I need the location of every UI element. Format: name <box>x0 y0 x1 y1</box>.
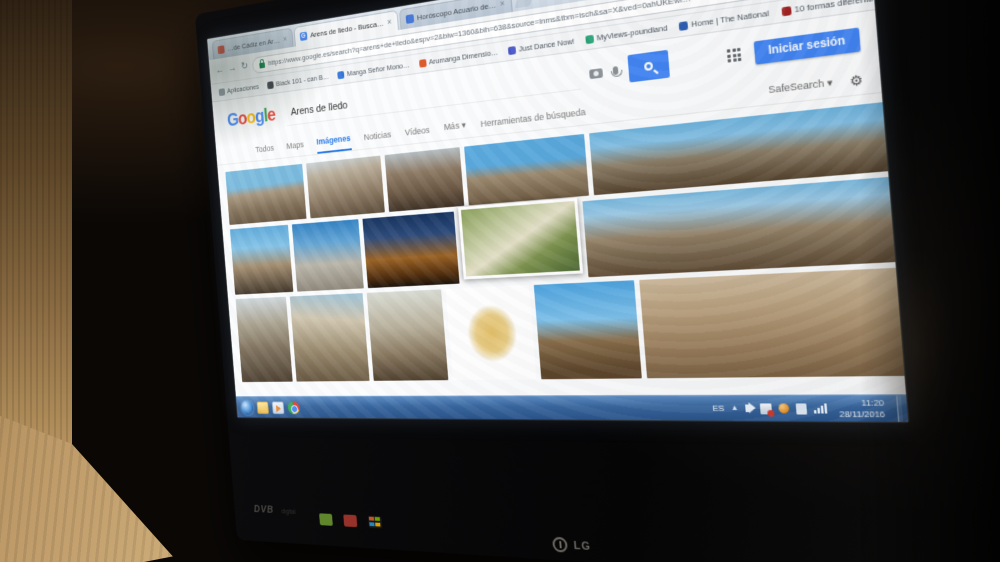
dvb-bezel-label: DVB <box>254 504 275 516</box>
camera-search-icon[interactable] <box>589 68 603 79</box>
sign-in-button[interactable]: Iniciar sesión <box>754 27 861 64</box>
search-button[interactable] <box>627 50 670 83</box>
safesearch-dropdown[interactable]: SafeSearch ▾ <box>768 77 833 97</box>
bookmark-favicon <box>219 88 226 96</box>
green-sticker <box>319 513 333 526</box>
room-shadow-right <box>860 0 1000 562</box>
tab-favicon <box>217 45 224 54</box>
dvb-bezel-sublabel: digital <box>281 509 296 516</box>
photo-background: …de Cádiz en Ar…×GArens de lledo - Busca… <box>0 0 1000 562</box>
bezel-stickers <box>319 513 382 528</box>
image-result-thumbnail[interactable] <box>362 212 459 289</box>
image-result-thumbnail[interactable] <box>367 289 449 380</box>
action-center-flag-icon[interactable] <box>760 403 772 414</box>
chrome-taskbar-icon[interactable] <box>287 401 300 414</box>
bookmark-favicon <box>419 59 427 68</box>
bookmark-favicon <box>585 34 594 43</box>
network-signal-icon[interactable] <box>813 403 827 413</box>
bookmark-label: Black 101 - can B… <box>276 72 330 88</box>
refresh-button[interactable]: ↻ <box>241 61 249 72</box>
volume-icon[interactable] <box>745 405 750 413</box>
search-category-tab[interactable]: Todos <box>255 137 275 159</box>
image-result-thumbnail[interactable] <box>458 198 583 280</box>
new-tab-button[interactable] <box>514 0 534 9</box>
image-result-thumbnail[interactable] <box>230 225 293 295</box>
windows-sticker <box>368 516 382 529</box>
screen: …de Cádiz en Ar…×GArens de lledo - Busca… <box>207 0 908 422</box>
search-tools <box>588 50 670 88</box>
magnifier-icon <box>644 62 653 72</box>
image-result-thumbnail[interactable] <box>225 164 306 225</box>
hidden-icons-arrow[interactable]: ▲ <box>731 405 739 413</box>
image-result-thumbnail[interactable] <box>464 134 589 206</box>
google-logo: Google <box>226 104 276 131</box>
search-query-text: Arens de lledo <box>290 99 348 117</box>
image-result-thumbnail[interactable] <box>306 156 385 219</box>
device-tray-icon[interactable] <box>796 403 807 414</box>
media-player-taskbar-icon[interactable] <box>272 401 285 414</box>
google-logo-letter: e <box>266 104 276 126</box>
bookmark-label: Just Dance Now! <box>519 36 575 53</box>
bookmark-favicon <box>267 81 274 89</box>
image-result-thumbnail[interactable] <box>534 280 642 379</box>
image-result-thumbnail[interactable] <box>446 285 537 380</box>
bookmark-favicon <box>781 6 791 16</box>
search-category-tab[interactable]: Imágenes <box>316 127 352 153</box>
bookmark-favicon <box>337 70 344 78</box>
bookmark-favicon <box>508 45 516 54</box>
explorer-taskbar-icon[interactable] <box>257 401 269 413</box>
https-lock-icon <box>259 62 265 68</box>
bookmark-item[interactable]: Aplicaciones <box>219 82 260 96</box>
tab-close-icon[interactable]: × <box>499 0 505 9</box>
tab-favicon <box>405 14 414 24</box>
search-category-tab[interactable]: Vídeos <box>404 119 430 143</box>
forward-button[interactable]: → <box>228 63 237 74</box>
lg-face-icon <box>553 537 569 553</box>
tab-close-icon[interactable]: × <box>283 34 288 44</box>
search-category-tab[interactable]: Noticias <box>363 123 392 147</box>
search-category-tab[interactable]: Maps <box>286 134 305 156</box>
image-result-thumbnail[interactable] <box>236 297 293 382</box>
tab-close-icon[interactable]: × <box>387 17 392 27</box>
windows-taskbar: ES ▲ 11:20 28/11/2016 <box>236 394 908 422</box>
image-result-thumbnail[interactable] <box>292 219 364 291</box>
google-apps-grid-icon[interactable] <box>727 48 742 63</box>
bookmark-favicon <box>679 21 688 31</box>
back-button[interactable]: ← <box>215 65 224 76</box>
start-button[interactable] <box>241 400 254 414</box>
image-result-thumbnail[interactable] <box>385 147 465 212</box>
language-indicator[interactable]: ES <box>712 403 725 413</box>
search-category-tab[interactable]: Más ▾ <box>443 114 467 139</box>
image-result-thumbnail[interactable] <box>290 293 370 381</box>
bookmark-label: Aplicaciones <box>227 82 259 95</box>
red-sticker <box>343 514 357 527</box>
update-notifier-icon[interactable] <box>778 403 789 413</box>
mic-icon[interactable] <box>613 66 619 75</box>
tab-favicon: G <box>299 31 307 40</box>
lg-logo: LG <box>553 537 592 554</box>
